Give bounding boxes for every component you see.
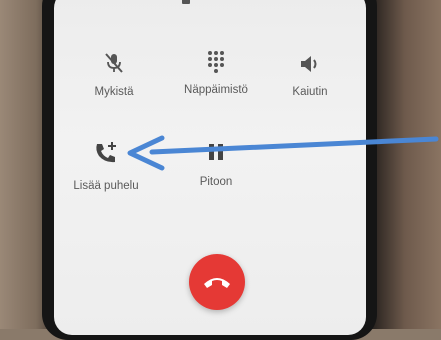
annotation-arrow bbox=[127, 135, 439, 171]
